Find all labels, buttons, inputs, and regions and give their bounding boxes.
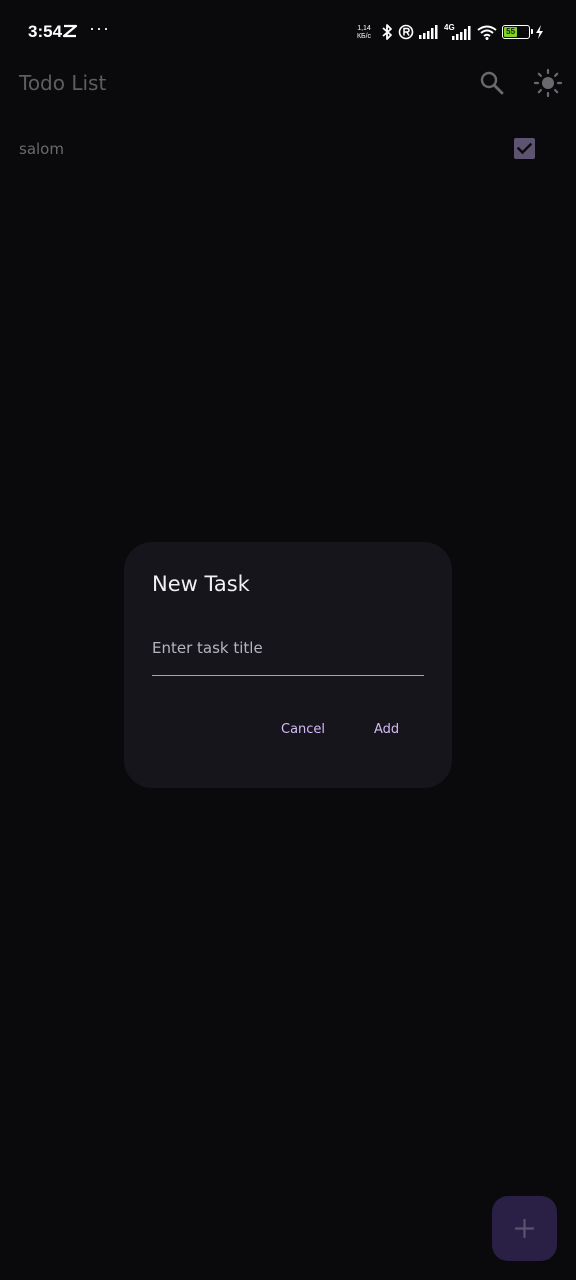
battery-icon: 55 xyxy=(502,25,533,39)
new-task-dialog: New Task Enter task title Cancel Add xyxy=(124,542,452,788)
status-bar: 3:54 ··· 1,14 КБ/с 4G 55 xyxy=(0,0,576,64)
bluetooth-icon xyxy=(381,23,393,41)
status-time: 3:54 xyxy=(28,22,63,41)
charging-icon xyxy=(535,25,544,39)
wifi-icon xyxy=(477,25,497,40)
screen: 3:54 ··· 1,14 КБ/с 4G 55 Todo List salom… xyxy=(0,0,576,1280)
task-title-input[interactable]: Enter task title xyxy=(152,632,424,676)
signal-icon xyxy=(419,25,439,39)
add-button[interactable]: Add xyxy=(370,720,403,739)
sun-icon xyxy=(533,68,563,98)
search-icon xyxy=(480,71,504,95)
list-item[interactable]: salom xyxy=(0,132,576,166)
registered-icon xyxy=(398,24,414,40)
network-speed: 1,14 КБ/с xyxy=(354,25,374,41)
status-more-icon: ··· xyxy=(89,18,110,38)
task-checkbox[interactable] xyxy=(514,138,535,159)
app-bar: Todo List xyxy=(0,64,576,102)
cancel-button[interactable]: Cancel xyxy=(277,720,329,739)
task-title: salom xyxy=(19,140,64,158)
check-icon xyxy=(516,142,533,155)
task-title-input-placeholder: Enter task title xyxy=(152,639,263,657)
dialog-title: New Task xyxy=(152,572,250,596)
status-icons: 4G 55 xyxy=(381,22,544,42)
signal-4g-icon: 4G xyxy=(444,23,472,40)
page-title: Todo List xyxy=(19,71,107,95)
battery-level: 55 xyxy=(504,27,518,37)
theme-toggle-button[interactable] xyxy=(533,68,563,98)
search-button[interactable] xyxy=(477,68,507,98)
network-speed-unit: КБ/с xyxy=(356,33,372,40)
capcut-icon xyxy=(62,23,78,39)
network-speed-value: 1,14 xyxy=(357,25,371,32)
plus-icon xyxy=(514,1218,535,1239)
add-task-fab[interactable] xyxy=(492,1196,557,1261)
